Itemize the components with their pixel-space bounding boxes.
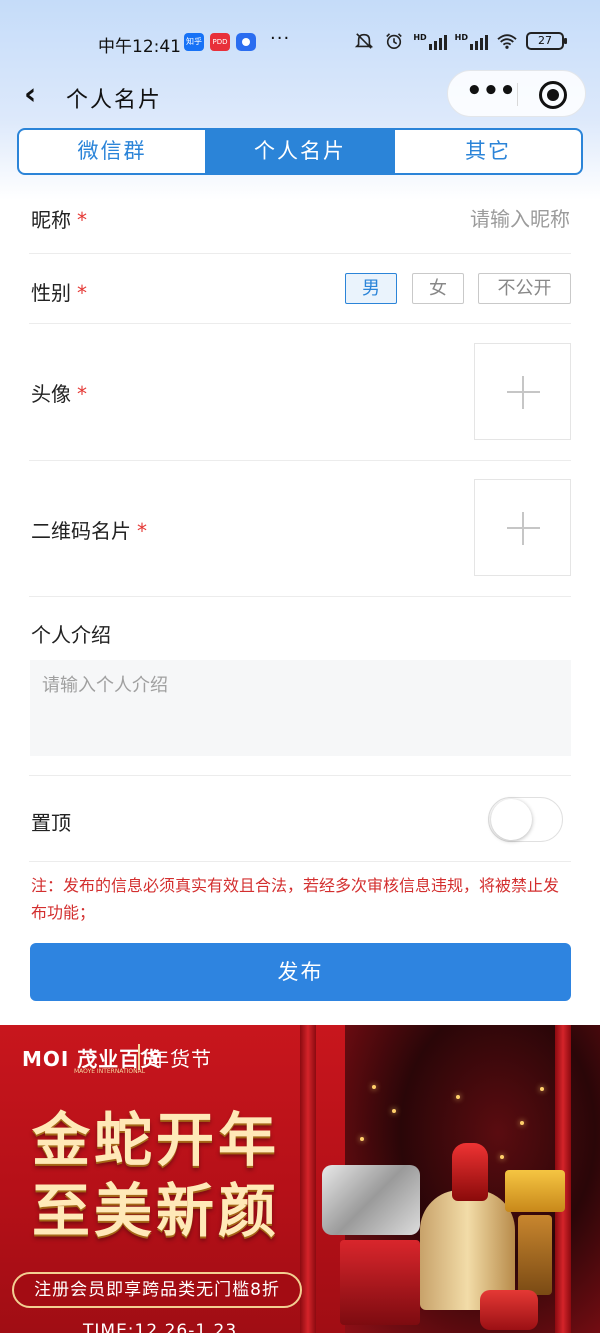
gender-option-male[interactable]: 男: [345, 273, 397, 304]
banner-festival: 年货节: [149, 1047, 212, 1071]
red-box-image: [340, 1240, 420, 1325]
close-mini-program-icon[interactable]: [539, 81, 567, 109]
required-mark: *: [77, 208, 87, 232]
plus-icon-vertical: [522, 512, 524, 545]
banner-headline-2: 至美新颜: [32, 1177, 281, 1245]
battery-icon: 27: [526, 32, 567, 50]
category-tabs: 微信群 个人名片 其它: [17, 128, 583, 175]
notification-more-icon: ···: [270, 28, 291, 49]
perfume-bottle-image: [452, 1143, 488, 1201]
intro-label: 个人介绍: [31, 623, 111, 647]
mute-bell-icon: [355, 33, 374, 49]
sparkle: [392, 1109, 396, 1113]
mini-program-capsule: •••: [447, 70, 586, 117]
gender-option-private[interactable]: 不公开: [478, 273, 571, 304]
nickname-label-text: 昵称: [31, 208, 71, 232]
status-time: 中午12:41: [98, 37, 181, 57]
gender-label-text: 性别: [31, 281, 71, 305]
page-title: 个人名片: [66, 88, 163, 113]
gift-box-image: [505, 1170, 565, 1212]
gender-option-female[interactable]: 女: [412, 273, 464, 304]
qrcode-label-text: 二维码名片: [31, 519, 131, 543]
silver-handbag-image: [322, 1165, 420, 1235]
pin-top-label: 置顶: [31, 811, 71, 835]
tab-personal-card[interactable]: 个人名片: [205, 130, 393, 173]
more-icon[interactable]: •••: [466, 77, 516, 111]
ad-banner[interactable]: MOI 茂业百货 MAOYE INTERNATIONAL 年货节 金蛇开年 至美…: [0, 1025, 600, 1333]
status-bar: 中午12:41 知乎 PDD ··· HD HD 27: [0, 24, 600, 60]
banner-logo-divider: [138, 1044, 140, 1070]
required-mark: *: [137, 519, 147, 543]
sparkle: [456, 1095, 460, 1099]
required-mark: *: [77, 382, 87, 406]
avatar-upload-button[interactable]: [474, 343, 571, 440]
sparkle: [360, 1137, 364, 1141]
divider: [29, 460, 571, 461]
banner-logo-sub: MAOYE INTERNATIONAL: [74, 1068, 146, 1075]
qrcode-upload-button[interactable]: [474, 479, 571, 576]
status-right-icons: HD HD 27: [353, 32, 567, 50]
wifi-icon: [497, 34, 517, 49]
signal-icon: HD: [413, 32, 447, 50]
divider: [29, 253, 571, 254]
tab-other[interactable]: 其它: [393, 130, 581, 173]
back-icon[interactable]: ‹: [24, 80, 46, 110]
notice-text: 注：发布的信息必须真实有效且合法，若经多次审核信息违规，将被禁止发布功能；: [31, 876, 560, 922]
plus-icon-vertical: [522, 376, 524, 409]
divider: [29, 861, 571, 862]
sparkle: [500, 1155, 504, 1159]
serum-bottle-image: [518, 1215, 552, 1295]
gender-label: 性别 *: [31, 277, 87, 306]
nickname-input[interactable]: [310, 203, 570, 235]
toggle-knob: [491, 799, 532, 840]
pinduoduo-icon: PDD: [210, 33, 230, 51]
qrcode-label: 二维码名片 *: [31, 515, 147, 544]
nickname-label: 昵称 *: [31, 204, 87, 233]
app-icon: [236, 33, 256, 51]
divider: [29, 323, 571, 324]
sparkle: [540, 1087, 544, 1091]
intro-textarea[interactable]: [30, 660, 571, 756]
zhihu-icon: 知乎: [184, 33, 204, 51]
publish-button[interactable]: 发布: [30, 943, 571, 1001]
sparkle: [520, 1121, 524, 1125]
banner-pillar: [300, 1025, 316, 1333]
alarm-icon: [386, 33, 403, 50]
avatar-label-text: 头像: [31, 382, 71, 406]
divider: [29, 596, 571, 597]
pin-top-toggle[interactable]: [488, 797, 563, 842]
cream-jar-image: [480, 1290, 538, 1330]
tab-wechat-group[interactable]: 微信群: [19, 130, 205, 173]
signal-icon-2: HD: [455, 32, 488, 50]
banner-time: TIME:12.26-1.23: [83, 1321, 238, 1333]
banner-promo: 注册会员即享跨品类无门槛8折: [12, 1272, 302, 1308]
divider: [29, 775, 571, 776]
required-mark: *: [77, 281, 87, 305]
sparkle: [372, 1085, 376, 1089]
capsule-divider: [517, 83, 518, 106]
avatar-label: 头像 *: [31, 378, 87, 407]
